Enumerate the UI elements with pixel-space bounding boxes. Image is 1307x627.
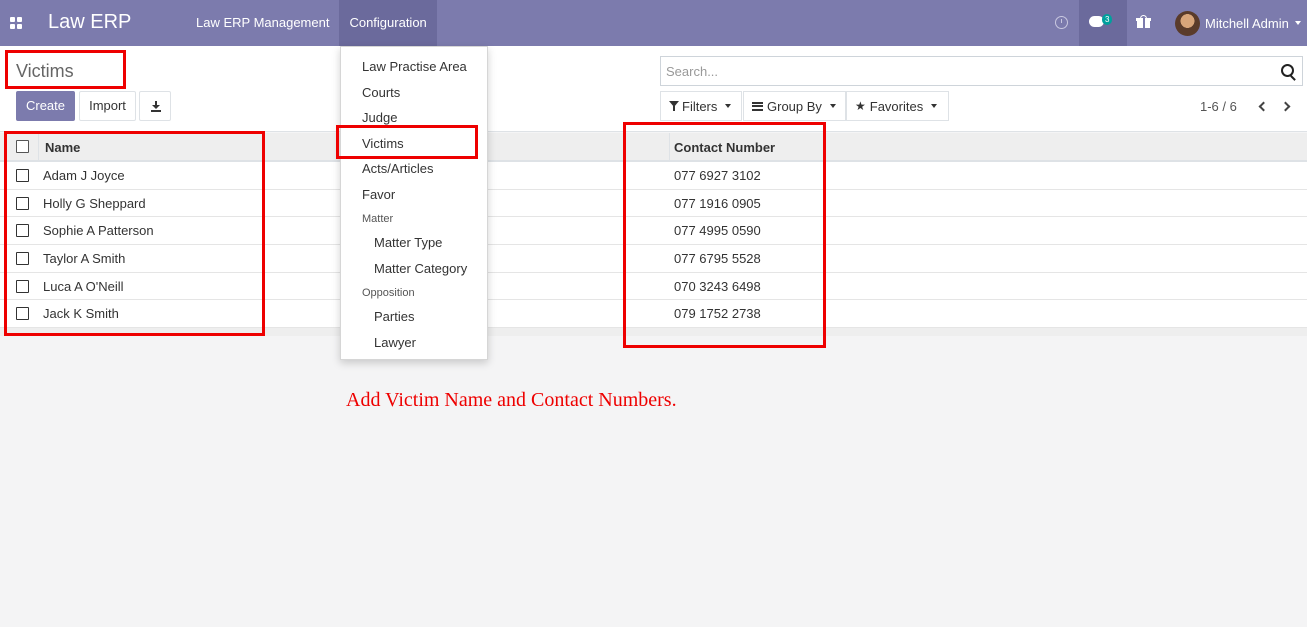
victim-contact-number: 070 3243 6498 — [674, 278, 761, 294]
page-title: Victims — [16, 61, 74, 81]
configuration-dropdown-menu: Law Practise Area Courts Judge Victims A… — [340, 46, 488, 360]
victim-contact-number: 077 6795 5528 — [674, 251, 761, 267]
search-input[interactable] — [661, 57, 1261, 85]
row-checkbox[interactable] — [16, 196, 29, 210]
victim-contact-number: 077 4995 0590 — [674, 223, 761, 239]
create-button[interactable]: Create — [16, 91, 75, 121]
victim-name: Sophie A Patterson — [43, 223, 154, 239]
table-row[interactable]: Jack K Smith 079 1752 2738 — [0, 300, 1307, 329]
menu-configuration[interactable]: Configuration — [339, 0, 437, 46]
filter-icon — [669, 100, 679, 112]
pager-next-button[interactable] — [1280, 100, 1294, 114]
victim-contact-number: 077 6927 3102 — [674, 168, 761, 183]
main-menu: Law ERP Management Configuration — [186, 0, 437, 46]
menu-item-matter-category[interactable]: Matter Category — [341, 261, 487, 276]
menu-item-favor[interactable]: Favor — [341, 187, 487, 202]
messages-badge: 3 — [1102, 14, 1113, 25]
menu-item-parties[interactable]: Parties — [341, 309, 487, 324]
download-icon — [151, 101, 161, 112]
list-icon — [752, 101, 763, 111]
victim-name: Taylor A Smith — [43, 251, 126, 267]
table-row[interactable]: Holly G Sheppard 077 1916 0905 — [0, 189, 1307, 218]
app-brand[interactable]: Law ERP — [48, 11, 131, 34]
table-row[interactable]: Sophie A Patterson 077 4995 0590 — [0, 217, 1307, 246]
table-footer — [0, 328, 1307, 337]
top-navbar: Law ERP Law ERP Management Configuration… — [0, 0, 1307, 46]
table-header: Name Contact Number — [0, 133, 1307, 162]
table-row[interactable]: Luca A O'Neill 070 3243 6498 — [0, 272, 1307, 301]
gift-icon[interactable] — [1136, 15, 1151, 29]
row-checkbox[interactable] — [16, 224, 29, 238]
export-button[interactable] — [139, 91, 171, 121]
select-all-checkbox[interactable] — [16, 140, 29, 153]
apps-grid-icon[interactable] — [10, 17, 22, 29]
avatar — [1175, 10, 1200, 36]
chevron-down-icon — [1294, 21, 1301, 25]
table-row[interactable]: Taylor A Smith 077 6795 5528 — [0, 245, 1307, 273]
menu-item-lawyer[interactable]: Lawyer — [341, 335, 487, 350]
favorites-label: Favorites — [869, 98, 924, 114]
control-panel: Victims Create Import Filters Group By ★… — [0, 46, 1307, 132]
victim-name: Holly G Sheppard — [43, 195, 146, 211]
menu-item-matter-type[interactable]: Matter Type — [341, 235, 487, 250]
caret-down-icon — [725, 104, 732, 108]
clock-icon[interactable] — [1055, 16, 1068, 29]
search-bar — [660, 56, 1303, 86]
user-menu[interactable]: Mitchell Admin — [1175, 10, 1301, 36]
import-button[interactable]: Import — [79, 91, 136, 121]
menu-item-victims[interactable]: Victims — [341, 136, 487, 151]
star-icon: ★ — [855, 99, 866, 113]
menu-item-law-practise-area[interactable]: Law Practise Area — [341, 59, 487, 74]
victim-name: Jack K Smith — [43, 306, 119, 322]
favorites-button[interactable]: ★ Favorites — [846, 91, 949, 121]
messages-button[interactable]: 3 — [1079, 0, 1127, 46]
row-checkbox[interactable] — [16, 279, 29, 293]
filters-label: Filters — [682, 98, 718, 114]
menu-item-judge[interactable]: Judge — [341, 110, 487, 125]
chevron-right-icon — [1280, 101, 1291, 112]
group-by-button[interactable]: Group By — [743, 91, 846, 121]
column-header-contact-number[interactable]: Contact Number — [674, 140, 775, 155]
group-by-label: Group By — [767, 98, 822, 114]
row-checkbox[interactable] — [16, 169, 29, 182]
pager-value[interactable]: 1-6 / 6 — [1200, 99, 1237, 114]
chevron-left-icon — [1258, 101, 1269, 112]
caret-down-icon — [829, 104, 836, 108]
menu-section-matter: Matter — [362, 213, 394, 225]
row-checkbox[interactable] — [16, 307, 29, 321]
table-row[interactable]: Adam J Joyce 077 6927 3102 — [0, 162, 1307, 190]
filters-button[interactable]: Filters — [660, 91, 742, 121]
victim-contact-number: 077 1916 0905 — [674, 195, 761, 211]
pager-previous-button[interactable] — [1256, 100, 1269, 114]
caret-down-icon — [931, 104, 938, 108]
menu-law-erp-management[interactable]: Law ERP Management — [186, 0, 339, 46]
menu-item-courts[interactable]: Courts — [341, 85, 487, 100]
victim-name: Adam J Joyce — [43, 168, 125, 183]
victim-contact-number: 079 1752 2738 — [674, 306, 761, 322]
user-name: Mitchell Admin — [1205, 15, 1289, 31]
row-checkbox[interactable] — [16, 252, 29, 266]
victim-name: Luca A O'Neill — [43, 278, 124, 294]
annotation-note: Add Victim Name and Contact Numbers. — [346, 389, 677, 411]
menu-section-opposition: Opposition — [362, 287, 415, 299]
column-header-name[interactable]: Name — [45, 140, 80, 155]
search-icon[interactable] — [1281, 64, 1294, 77]
menu-item-acts-articles[interactable]: Acts/Articles — [341, 161, 487, 176]
victims-list-table: Name Contact Number Adam J Joyce 077 692… — [0, 133, 1307, 337]
